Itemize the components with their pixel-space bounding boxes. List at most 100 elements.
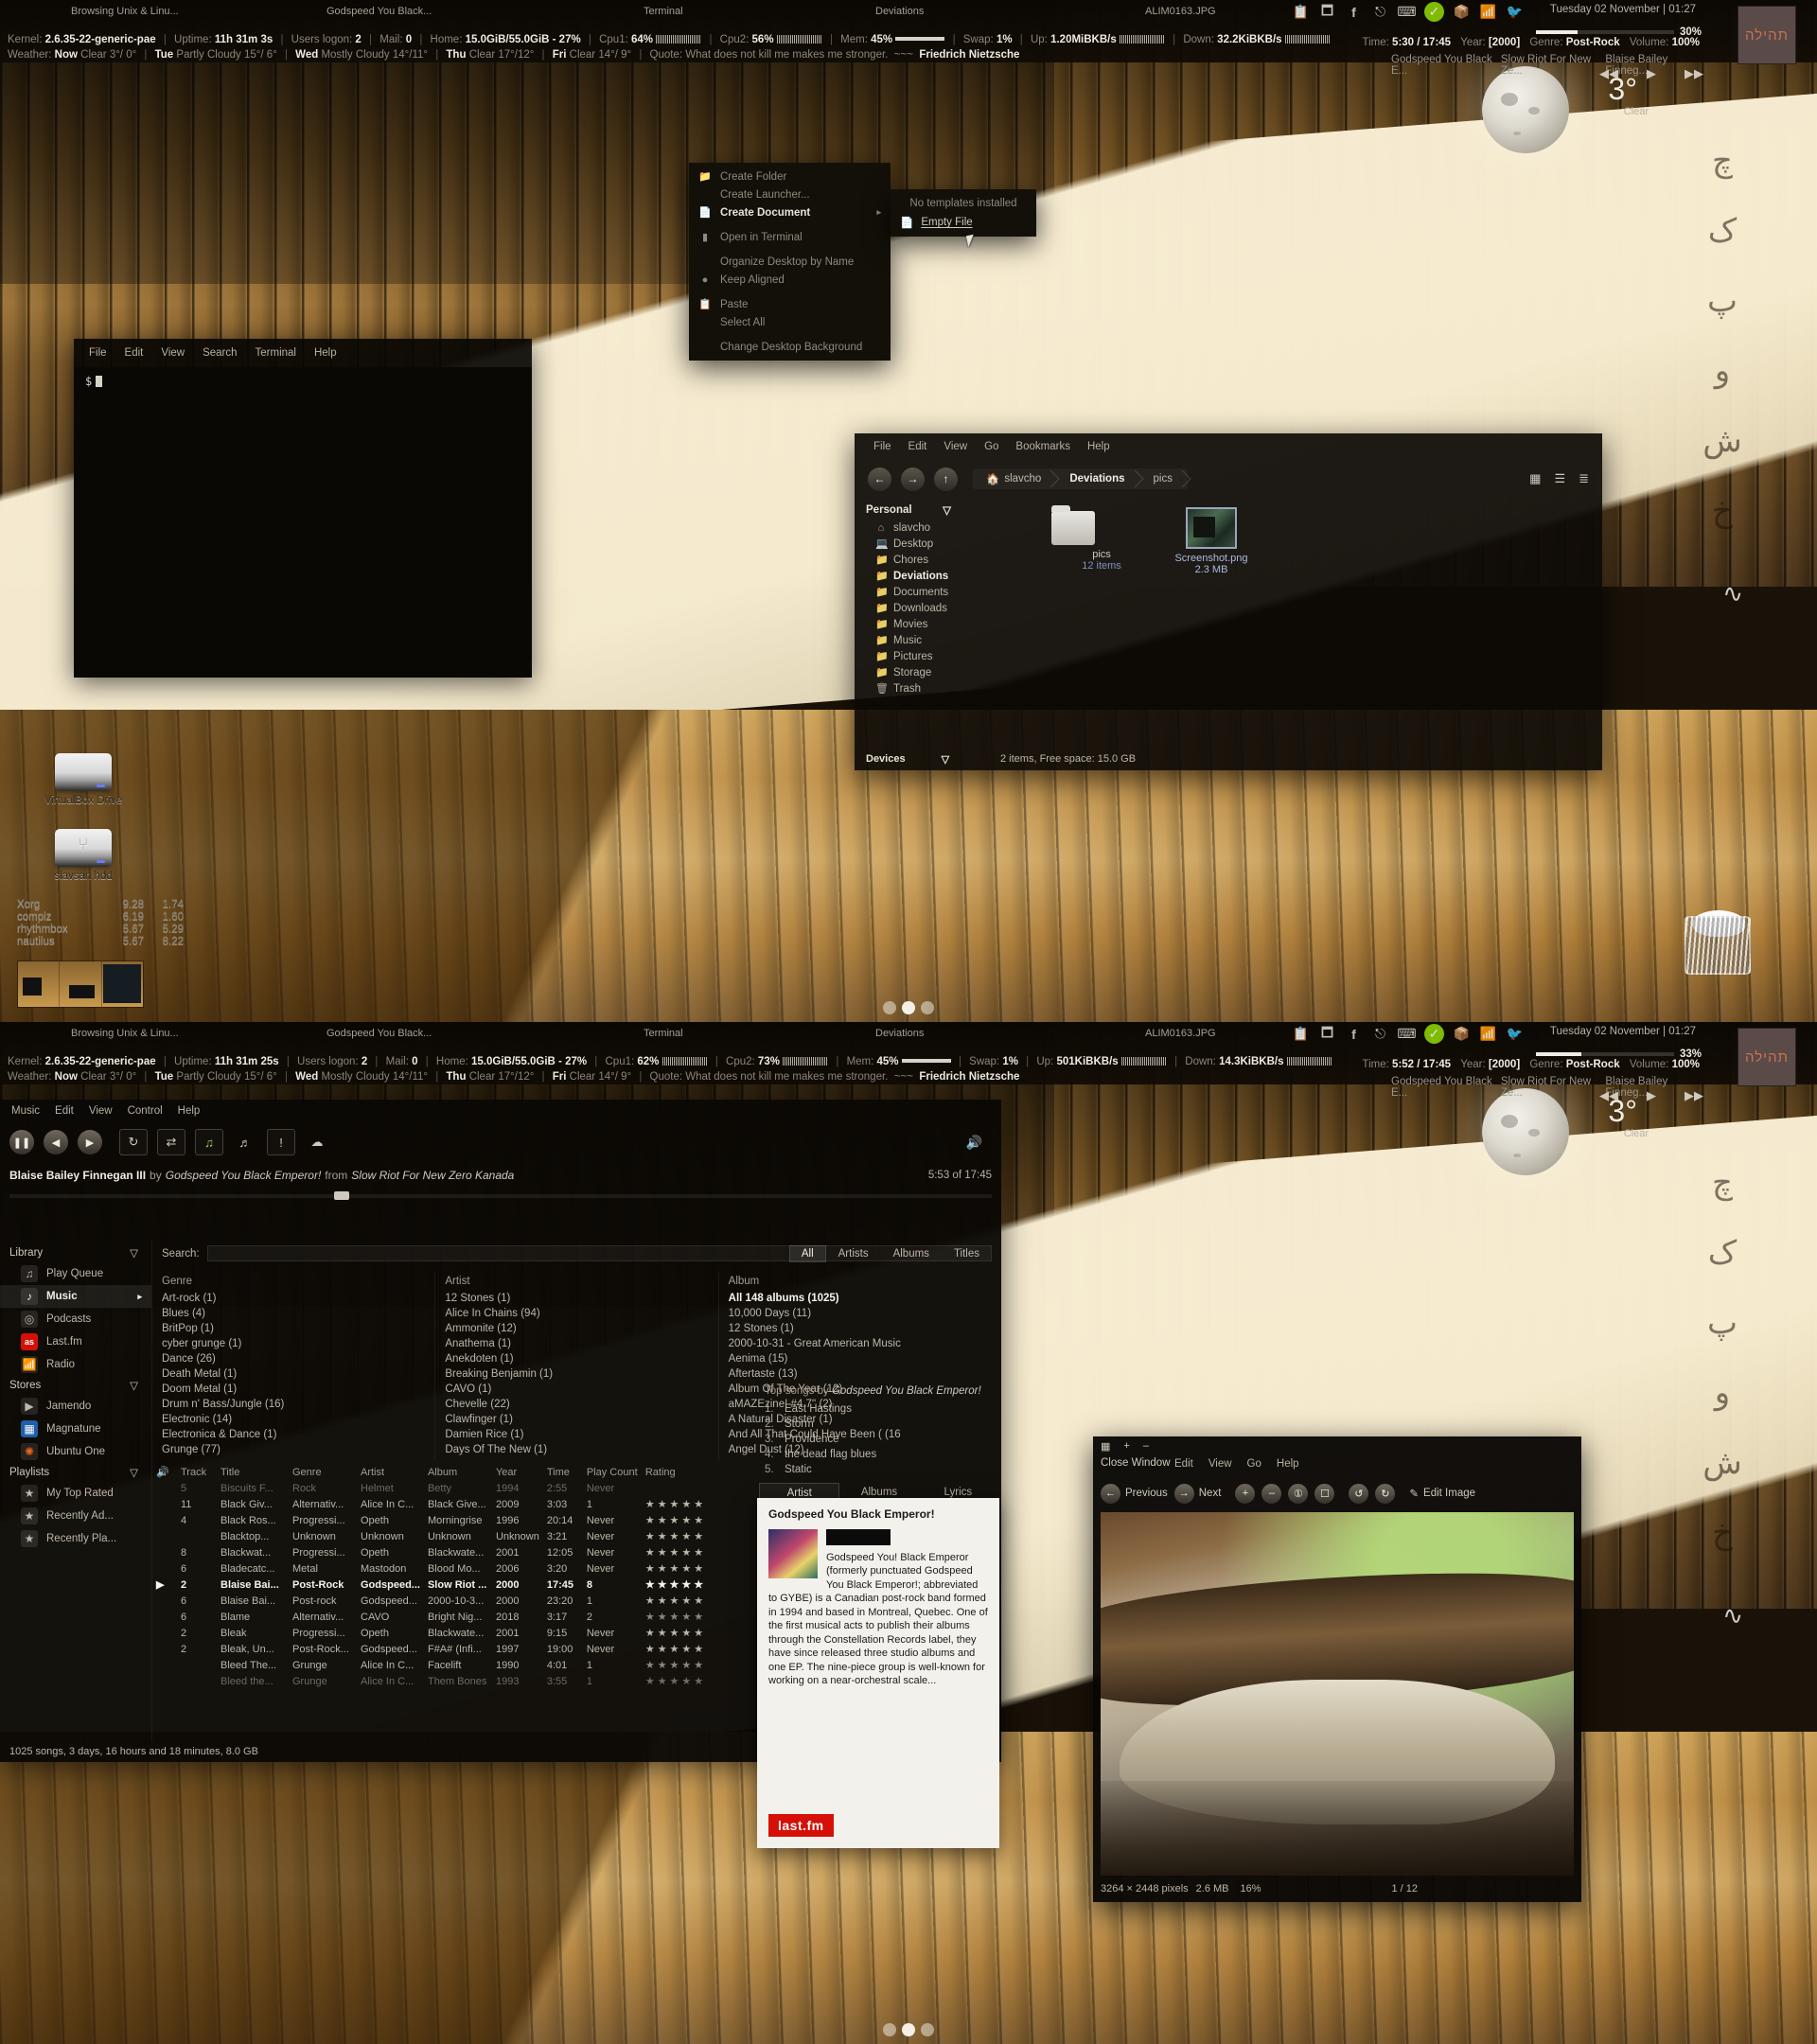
genre-row[interactable]: Doom Metal (1): [158, 1382, 434, 1397]
track-progress-bar[interactable]: [1536, 1052, 1674, 1056]
pause-icon[interactable]: ❚❚: [9, 1130, 34, 1154]
place-item-movies[interactable]: 📁 Movies: [855, 616, 961, 632]
artist-row[interactable]: Breaking Benjamin (1): [441, 1366, 717, 1382]
task-item[interactable]: ALIM0163.JPG: [1145, 6, 1216, 17]
menu-view[interactable]: View: [944, 441, 967, 452]
place-item-storage[interactable]: 📁 Storage: [855, 664, 961, 680]
sidebar-item-recently-played[interactable]: ★ Recently Pla...: [0, 1527, 151, 1550]
sidebar-item-radio[interactable]: 📶 Radio: [0, 1353, 151, 1376]
list-item[interactable]: 2. Storm: [765, 1417, 992, 1432]
chevron-down-icon[interactable]: ▽: [130, 1246, 138, 1260]
clipboard-icon[interactable]: 📋: [1292, 3, 1310, 21]
menu-item-change-background[interactable]: Change Desktop Background: [689, 338, 891, 356]
sidebar-section-library[interactable]: Library ▽: [0, 1243, 151, 1262]
chevron-down-icon[interactable]: ▽: [130, 1466, 138, 1479]
menu-edit[interactable]: Edit: [55, 1105, 74, 1117]
task-item[interactable]: Browsing Unix & Linu...: [71, 1028, 179, 1039]
nautilus-file-area[interactable]: pics 12 items Screenshot.png 2.3 MB: [961, 498, 1602, 748]
desktop-icon-slavsan-hdd[interactable]: slavsan hdd: [26, 829, 140, 882]
shuffle-icon[interactable]: ⇄: [157, 1129, 185, 1155]
restore-icon[interactable]: ▦: [1101, 1440, 1110, 1453]
windows-icon[interactable]: 🗖: [1318, 3, 1336, 21]
image-viewer-window[interactable]: ▦ + – Close Window Edit View Go Help ← Pr…: [1093, 1436, 1581, 1902]
genre-row[interactable]: Death Metal (1): [158, 1366, 434, 1382]
place-item-pictures[interactable]: 📁 Pictures: [855, 648, 961, 664]
menu-music[interactable]: Music: [11, 1105, 40, 1117]
workspace-switcher-bottom[interactable]: [883, 2023, 934, 2036]
task-item[interactable]: Deviations: [875, 1028, 924, 1039]
facebook-icon[interactable]: f: [1345, 3, 1363, 21]
list-item[interactable]: 3. Providence: [765, 1432, 992, 1447]
panel-clock-top[interactable]: Tuesday 02 November | 01:27: [1550, 4, 1696, 15]
browse-icon[interactable]: ☁: [305, 1130, 329, 1154]
sidebar-item-podcasts[interactable]: ◎ Podcasts: [0, 1308, 151, 1330]
menu-item-paste[interactable]: 📋 Paste: [689, 295, 891, 313]
submenu-item-empty-file[interactable]: 📄 Empty File: [891, 213, 1036, 232]
archive-icon[interactable]: 📦: [1453, 3, 1471, 21]
genre-row[interactable]: Drum n' Bass/Jungle (16): [158, 1397, 434, 1412]
album-row[interactable]: 2000-10-31 - Great American Music: [725, 1336, 1001, 1351]
album-row[interactable]: 12 Stones (1): [725, 1321, 1001, 1336]
menu-view[interactable]: View: [1208, 1458, 1232, 1470]
workspace-dot-3[interactable]: [921, 2023, 934, 2036]
task-item[interactable]: ALIM0163.JPG: [1145, 1028, 1216, 1039]
genre-row[interactable]: Art-rock (1): [158, 1291, 434, 1306]
menu-bookmarks[interactable]: Bookmarks: [1015, 441, 1070, 452]
menu-search[interactable]: Search: [203, 347, 237, 359]
artist-row[interactable]: CAVO (1): [441, 1382, 717, 1397]
clipboard-icon[interactable]: 📋: [1292, 1025, 1310, 1043]
artist-row[interactable]: Ammonite (12): [441, 1321, 717, 1336]
workspace-switcher-top[interactable]: [883, 1001, 934, 1014]
menu-file[interactable]: File: [873, 441, 891, 452]
facebook-icon[interactable]: f: [1345, 1025, 1363, 1043]
filter-tab-all[interactable]: All: [788, 1245, 826, 1262]
filter-tab-albums[interactable]: Albums: [881, 1245, 942, 1262]
task-item[interactable]: Terminal: [644, 1028, 683, 1039]
next-button[interactable]: → Next: [1173, 1483, 1221, 1504]
menu-edit[interactable]: Edit: [1174, 1458, 1193, 1470]
task-item[interactable]: Deviations: [875, 6, 924, 17]
sidebar-item-recently-added[interactable]: ★ Recently Ad...: [0, 1505, 151, 1527]
track-progress-bar[interactable]: [1536, 30, 1674, 34]
album-row[interactable]: Aenima (15): [725, 1351, 1001, 1366]
pointer-icon[interactable]: ⎋: [1371, 1025, 1389, 1043]
twitter-icon[interactable]: 🐦: [1506, 1025, 1524, 1043]
previous-icon[interactable]: ◀: [44, 1130, 68, 1154]
list-item[interactable]: 5. Static: [765, 1462, 992, 1477]
menu-item-create-document[interactable]: 📄 Create Document ▸: [689, 203, 891, 221]
twitter-icon[interactable]: 🐦: [1506, 3, 1524, 21]
column-time[interactable]: Time: [543, 1463, 583, 1481]
menu-go[interactable]: Go: [1247, 1458, 1261, 1470]
devices-header[interactable]: Devices ▽: [866, 753, 972, 766]
pointer-icon[interactable]: ⎋: [1371, 3, 1389, 21]
task-item[interactable]: Godspeed You Black...: [326, 1028, 432, 1039]
previous-icon[interactable]: ◀◀: [1599, 1088, 1618, 1103]
menu-view[interactable]: View: [89, 1105, 113, 1117]
up-button[interactable]: ↑: [934, 467, 958, 491]
place-item-documents[interactable]: 📁 Documents: [855, 584, 961, 600]
workspace-dot-1[interactable]: [883, 1001, 896, 1014]
task-item[interactable]: Godspeed You Black...: [326, 6, 432, 17]
rotate-left-icon[interactable]: ↺: [1349, 1483, 1369, 1504]
sidebar-item-music[interactable]: ♪ Music ▸: [0, 1285, 151, 1308]
column-play-count[interactable]: Play Count: [583, 1463, 642, 1481]
column-year[interactable]: Year: [492, 1463, 543, 1481]
place-item-music[interactable]: 📁 Music: [855, 632, 961, 648]
genre-row[interactable]: Blues (4): [158, 1306, 434, 1321]
rss-icon[interactable]: 📶: [1479, 1025, 1497, 1043]
breadcrumb-item-deviations[interactable]: Deviations: [1056, 469, 1139, 488]
sidebar-section-stores[interactable]: Stores ▽: [0, 1376, 151, 1395]
workspace-1[interactable]: [18, 961, 61, 1007]
sidebar-item-ubuntu-one[interactable]: ✺ Ubuntu One: [0, 1440, 151, 1463]
column-genre[interactable]: Genre: [289, 1463, 357, 1481]
artist-row[interactable]: Chevelle (22): [441, 1397, 717, 1412]
maximize-icon[interactable]: +: [1123, 1440, 1129, 1453]
menu-file[interactable]: File: [89, 347, 107, 359]
keyboard-icon[interactable]: ⌨: [1397, 1025, 1416, 1043]
list-item[interactable]: 1. East Hastings: [765, 1401, 992, 1417]
menu-view[interactable]: View: [161, 347, 185, 359]
genre-row[interactable]: BritPop (1): [158, 1321, 434, 1336]
terminal-body[interactable]: $: [74, 367, 532, 678]
chevron-down-icon[interactable]: ▽: [943, 503, 951, 517]
workspace-dot-3[interactable]: [921, 1001, 934, 1014]
